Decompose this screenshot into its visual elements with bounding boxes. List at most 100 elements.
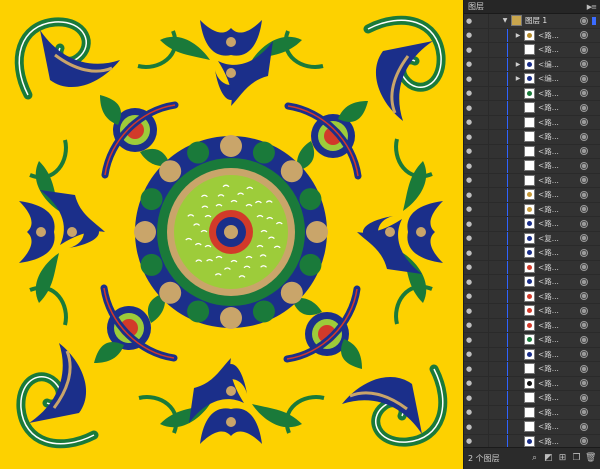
lock-toggle[interactable] <box>474 57 489 71</box>
selection-indicator[interactable] <box>592 437 596 445</box>
lock-toggle[interactable] <box>474 144 489 158</box>
layer-name[interactable]: <路... <box>538 102 580 113</box>
panel-menu-icon[interactable]: ▶≡ <box>587 3 597 11</box>
layer-name[interactable]: <路... <box>538 160 580 171</box>
target-icon[interactable] <box>580 190 588 199</box>
layer-row[interactable]: ● <路... <box>464 333 600 348</box>
layer-name[interactable]: <编... <box>538 59 580 70</box>
selection-indicator[interactable] <box>592 191 596 199</box>
target-icon[interactable] <box>580 350 588 359</box>
selection-indicator[interactable] <box>592 176 596 184</box>
lock-toggle[interactable] <box>474 43 489 57</box>
selection-indicator[interactable] <box>592 133 596 141</box>
target-icon[interactable] <box>580 60 588 69</box>
lock-toggle[interactable] <box>474 231 489 245</box>
layer-row[interactable]: ● <路... <box>464 304 600 319</box>
visibility-eye-icon[interactable]: ● <box>464 307 474 315</box>
lock-toggle[interactable] <box>474 86 489 100</box>
selection-indicator[interactable] <box>592 263 596 271</box>
target-icon[interactable] <box>580 74 588 83</box>
layer-row[interactable]: ● <路... <box>464 260 600 275</box>
layer-row[interactable]: ● <路... <box>464 159 600 174</box>
create-sublayer-icon[interactable]: ⊞ <box>557 453 568 464</box>
selection-indicator[interactable] <box>592 118 596 126</box>
selection-indicator[interactable] <box>592 234 596 242</box>
new-layer-icon[interactable]: ❐ <box>571 453 582 464</box>
layer-row[interactable]: ● <路... <box>464 289 600 304</box>
lock-toggle[interactable] <box>474 202 489 216</box>
layer-row[interactable]: ● <路... <box>464 144 600 159</box>
layer-name[interactable]: <路... <box>538 117 580 128</box>
lock-toggle[interactable] <box>474 28 489 42</box>
lock-toggle[interactable] <box>474 362 489 376</box>
target-icon[interactable] <box>580 292 588 301</box>
target-icon[interactable] <box>580 176 588 185</box>
selection-indicator[interactable] <box>592 365 596 373</box>
lock-toggle[interactable] <box>474 318 489 332</box>
visibility-eye-icon[interactable]: ● <box>464 278 474 286</box>
lock-toggle[interactable] <box>474 347 489 361</box>
layer-name[interactable]: <路... <box>538 378 580 389</box>
layer-row[interactable]: ● ▶ <编... <box>464 57 600 72</box>
layer-row[interactable]: ● <路... <box>464 43 600 58</box>
target-icon[interactable] <box>580 234 588 243</box>
visibility-eye-icon[interactable]: ● <box>464 263 474 271</box>
layer-row[interactable]: ● <复... <box>464 231 600 246</box>
visibility-eye-icon[interactable]: ● <box>464 350 474 358</box>
selection-indicator[interactable] <box>592 46 596 54</box>
selection-indicator[interactable] <box>592 104 596 112</box>
layer-name[interactable]: <路... <box>538 189 580 200</box>
selection-indicator[interactable] <box>592 408 596 416</box>
layer-name[interactable]: <路... <box>538 305 580 316</box>
target-icon[interactable] <box>580 219 588 228</box>
layer-row[interactable]: ● <路... <box>464 86 600 101</box>
layer-name[interactable]: <路... <box>538 262 580 273</box>
layer-name[interactable]: <路... <box>538 407 580 418</box>
visibility-eye-icon[interactable]: ● <box>464 220 474 228</box>
layer-name[interactable]: <路... <box>538 218 580 229</box>
locate-object-icon[interactable]: ⌕ <box>529 453 540 464</box>
lock-toggle[interactable] <box>474 173 489 187</box>
target-icon[interactable] <box>580 335 588 344</box>
lock-toggle[interactable] <box>474 101 489 115</box>
layer-name[interactable]: <路... <box>538 44 580 55</box>
target-icon[interactable] <box>580 103 588 112</box>
selection-indicator[interactable] <box>592 278 596 286</box>
layer-name[interactable]: <编... <box>538 73 580 84</box>
layer-name[interactable]: <复... <box>538 233 580 244</box>
target-icon[interactable] <box>580 132 588 141</box>
visibility-eye-icon[interactable]: ● <box>464 147 474 155</box>
selection-indicator[interactable] <box>592 75 596 83</box>
layer-row[interactable]: ● <路... <box>464 318 600 333</box>
layer-row[interactable]: ● <路... <box>464 202 600 217</box>
target-icon[interactable] <box>580 437 588 446</box>
layer-name[interactable]: <路... <box>538 131 580 142</box>
layer-name[interactable]: <路... <box>538 334 580 345</box>
selection-indicator[interactable] <box>592 162 596 170</box>
selection-indicator[interactable] <box>592 321 596 329</box>
layers-list[interactable]: ● ▼ 图层 1 ● ▶ <路... ● <路... ● ▶ <编... ● ▶ <编... ● <路... ●… <box>464 14 600 447</box>
visibility-eye-icon[interactable]: ● <box>464 437 474 445</box>
visibility-eye-icon[interactable]: ● <box>464 365 474 373</box>
visibility-eye-icon[interactable]: ● <box>464 379 474 387</box>
visibility-eye-icon[interactable]: ● <box>464 104 474 112</box>
target-icon[interactable] <box>580 364 588 373</box>
visibility-eye-icon[interactable]: ● <box>464 249 474 257</box>
lock-toggle[interactable] <box>474 246 489 260</box>
expand-triangle-icon[interactable]: ▶ <box>514 61 522 68</box>
layer-name[interactable]: <路... <box>538 436 580 447</box>
layer-row[interactable]: ● ▶ <编... <box>464 72 600 87</box>
layer-row[interactable]: ● <路... <box>464 115 600 130</box>
target-icon[interactable] <box>580 422 588 431</box>
selection-indicator[interactable] <box>592 292 596 300</box>
target-icon[interactable] <box>580 393 588 402</box>
layer-name[interactable]: <路... <box>538 146 580 157</box>
layer-row[interactable]: ● <路... <box>464 405 600 420</box>
selection-indicator[interactable] <box>592 31 596 39</box>
layer-name[interactable]: <路... <box>538 363 580 374</box>
selection-indicator[interactable] <box>592 394 596 402</box>
layer-row[interactable]: ● <路... <box>464 130 600 145</box>
visibility-eye-icon[interactable]: ● <box>464 408 474 416</box>
visibility-eye-icon[interactable]: ● <box>464 321 474 329</box>
layer-row[interactable]: ● <路... <box>464 246 600 261</box>
